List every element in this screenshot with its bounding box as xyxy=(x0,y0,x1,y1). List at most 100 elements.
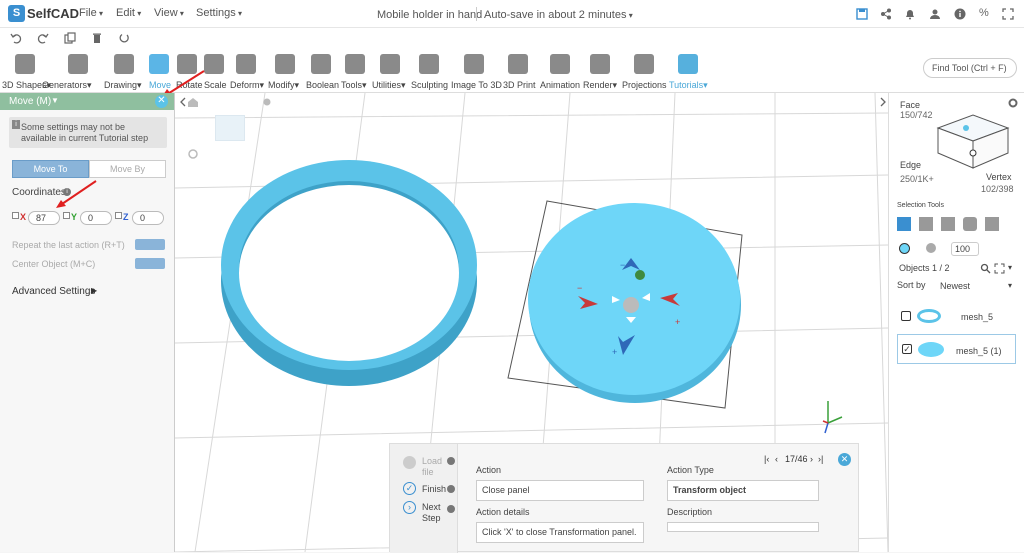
tool-deform[interactable]: Deform▾ xyxy=(230,80,264,91)
boolean-icon[interactable] xyxy=(311,54,331,74)
selection-tool-row xyxy=(897,215,1015,233)
info-icon[interactable] xyxy=(954,8,966,20)
select-all-icon[interactable] xyxy=(985,217,999,231)
info-icon[interactable] xyxy=(447,457,455,465)
delete-icon[interactable] xyxy=(91,32,103,44)
object-checkbox-checked[interactable]: ✓ xyxy=(902,344,912,354)
drawing-icon[interactable] xyxy=(114,54,134,74)
projections-icon[interactable] xyxy=(634,54,654,74)
grid-dots-icon[interactable] xyxy=(926,243,936,253)
select-vertex-icon[interactable] xyxy=(941,217,955,231)
tool-render[interactable]: Render▾ xyxy=(583,80,617,91)
center-button[interactable] xyxy=(135,258,165,269)
deform-icon[interactable] xyxy=(236,54,256,74)
chevron-down-icon[interactable]: ▾ xyxy=(1008,281,1012,290)
search-icon[interactable] xyxy=(980,263,991,274)
fullscreen-icon[interactable] xyxy=(1002,8,1014,20)
undo-icon[interactable] xyxy=(10,32,22,44)
tab-move-by[interactable]: Move By xyxy=(89,160,166,178)
menu-view[interactable]: View xyxy=(154,7,184,19)
bell-icon[interactable] xyxy=(904,8,916,20)
color-swatch[interactable] xyxy=(899,243,910,254)
opacity-input[interactable]: 100 xyxy=(951,242,979,256)
first-page-icon[interactable]: |‹ xyxy=(764,454,769,464)
tab-move-to[interactable]: Move To xyxy=(12,160,89,178)
redo-icon[interactable] xyxy=(37,32,49,44)
tool-tools[interactable]: Tools▾ xyxy=(341,80,367,91)
modify-icon[interactable] xyxy=(275,54,295,74)
utilities-icon[interactable] xyxy=(380,54,400,74)
gizmo-minus-z: − xyxy=(620,260,625,270)
tool-modify[interactable]: Modify▾ xyxy=(268,80,299,91)
chevron-right-icon[interactable]: ▶ xyxy=(91,286,97,295)
find-tool-input[interactable]: Find Tool (Ctrl + F) xyxy=(923,58,1017,78)
image-to-3d-icon[interactable] xyxy=(464,54,484,74)
tool-generators[interactable]: Generators▾ xyxy=(42,80,92,91)
save-icon[interactable] xyxy=(856,8,868,20)
menu-settings[interactable]: Settings xyxy=(196,7,242,19)
selection-cube[interactable] xyxy=(933,103,1013,173)
x-input[interactable]: 87 xyxy=(28,211,60,225)
tool-tutorials[interactable]: Tutorials▾ xyxy=(669,80,708,91)
object-row-selected[interactable]: ✓ mesh_5 (1) xyxy=(897,334,1016,364)
close-icon[interactable]: ✕ xyxy=(838,453,851,466)
step-next[interactable]: Next Step xyxy=(422,502,444,524)
menu-file[interactable]: File xyxy=(79,7,103,19)
last-page-icon[interactable]: ›| xyxy=(818,454,823,464)
description-field xyxy=(667,522,819,532)
select-face-icon[interactable] xyxy=(897,217,911,231)
3d-shapes-icon[interactable] xyxy=(15,54,35,74)
repeat-button[interactable] xyxy=(135,239,165,250)
view-cube-mini[interactable] xyxy=(215,115,245,141)
y-input[interactable]: 0 xyxy=(80,211,112,225)
sculpting-icon[interactable] xyxy=(419,54,439,74)
z-lock-checkbox[interactable] xyxy=(115,212,122,219)
tutorials-icon[interactable] xyxy=(678,54,698,74)
user-icon[interactable] xyxy=(929,8,941,20)
close-icon[interactable]: ✕ xyxy=(155,95,168,108)
project-title[interactable]: Mobile holder in hand xyxy=(377,9,482,21)
home-icon[interactable] xyxy=(187,96,199,108)
tool-3d-print[interactable]: 3D Print xyxy=(503,80,536,90)
y-lock-checkbox[interactable] xyxy=(63,212,70,219)
object-checkbox[interactable] xyxy=(901,311,911,321)
tool-projections[interactable]: Projections xyxy=(622,80,667,90)
info-icon[interactable] xyxy=(447,505,455,513)
tool-utilities[interactable]: Utilities▾ xyxy=(372,80,406,91)
z-input[interactable]: 0 xyxy=(132,211,164,225)
collapse-right-icon[interactable] xyxy=(877,96,889,108)
autosave-status[interactable]: Auto-save in about 2 minutes xyxy=(484,9,633,21)
gear-icon[interactable] xyxy=(1008,98,1018,108)
percent-icon[interactable]: % xyxy=(979,7,989,19)
render-icon[interactable] xyxy=(590,54,610,74)
copy-icon[interactable] xyxy=(64,32,76,44)
chevron-down-icon[interactable]: ▼ xyxy=(51,96,59,105)
3d-print-icon[interactable] xyxy=(508,54,528,74)
tool-image-to-3d[interactable]: Image To 3D xyxy=(451,80,502,90)
sort-select[interactable]: Newest xyxy=(940,281,970,291)
tool-boolean[interactable]: Boolean xyxy=(306,80,339,90)
chevron-down-icon[interactable]: ▾ xyxy=(1008,263,1012,272)
tools-icon[interactable] xyxy=(345,54,365,74)
share-icon[interactable] xyxy=(880,8,892,20)
light-icon[interactable] xyxy=(261,97,273,109)
advanced-settings[interactable]: Advanced Settings xyxy=(12,286,95,297)
select-object-icon[interactable] xyxy=(963,217,977,231)
tool-sculpting[interactable]: Sculpting xyxy=(411,80,448,90)
reset-icon[interactable] xyxy=(118,32,130,44)
object-row[interactable]: mesh_5 xyxy=(897,305,1015,329)
prev-page-icon[interactable]: ‹ xyxy=(775,454,778,464)
tool-animation[interactable]: Animation xyxy=(540,80,580,90)
step-finish[interactable]: Finish xyxy=(422,484,446,494)
tool-drawing[interactable]: Drawing▾ xyxy=(104,80,142,91)
generators-icon[interactable] xyxy=(68,54,88,74)
info-icon[interactable] xyxy=(447,485,455,493)
next-page-icon[interactable]: › xyxy=(810,454,813,464)
animation-icon[interactable] xyxy=(550,54,570,74)
expand-icon[interactable] xyxy=(994,263,1005,274)
x-lock-checkbox[interactable] xyxy=(12,212,19,219)
menu-edit[interactable]: Edit xyxy=(116,7,141,19)
ring-object[interactable] xyxy=(221,160,477,386)
camera-icon[interactable] xyxy=(187,148,199,160)
select-edge-icon[interactable] xyxy=(919,217,933,231)
